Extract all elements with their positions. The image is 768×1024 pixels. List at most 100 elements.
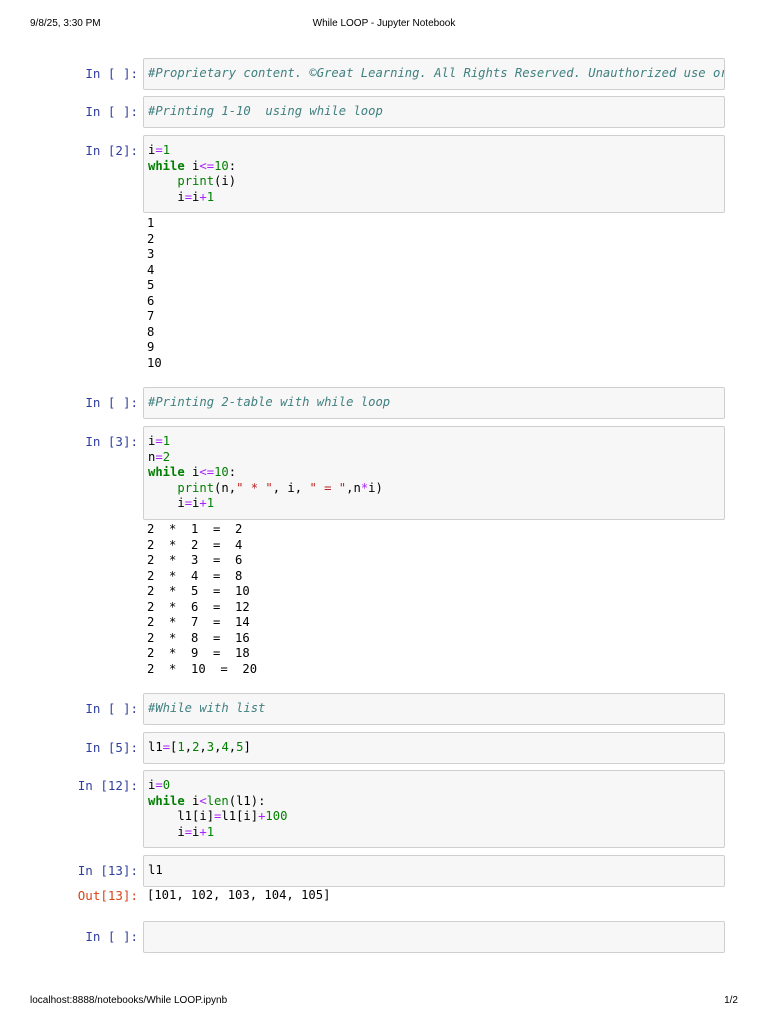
code-input-area[interactable]: #Printing 2-table with while loop (143, 387, 725, 419)
print-header: 9/8/25, 3:30 PM While LOOP - Jupyter Not… (0, 18, 768, 32)
code-token: < (199, 793, 207, 808)
code-token: (i) (214, 174, 237, 188)
code-token: i (148, 496, 185, 510)
input-prompt: In [ ]: (85, 701, 138, 716)
code-line: #While with list (148, 701, 720, 717)
code-token: ,n (346, 480, 361, 495)
code-token: <= (199, 158, 215, 173)
output-line: 1 (147, 216, 155, 230)
code-input-area[interactable]: i=1 while i<=10: print(i) i=i+1 (143, 135, 725, 213)
code-line: print(i) (148, 174, 720, 190)
code-token: 1 (177, 740, 185, 754)
code-token: = (184, 496, 193, 510)
code-line: i=i+1 (148, 190, 720, 206)
input-prompt: In [ ]: (85, 929, 138, 944)
code-token: i (184, 465, 200, 479)
code-token: while (148, 793, 185, 808)
code-line: l1=[1,2,3,4,5] (148, 740, 720, 756)
code-token: i) (368, 480, 383, 495)
code-token: while (148, 465, 185, 479)
code-input-area[interactable]: l1 (143, 855, 725, 887)
output-line: 5 (147, 278, 155, 292)
output-line: 2 * 7 = 14 (147, 615, 250, 629)
code-token: l1[i] (221, 809, 259, 823)
code-token: (l1): (228, 793, 266, 808)
code-line: while i<=10: (148, 465, 720, 481)
code-token: ] (243, 740, 251, 754)
output-line: 7 (147, 309, 155, 323)
input-prompt: In [ ]: (85, 66, 138, 81)
code-token: #Proprietary content. ©Great Learning. A… (148, 66, 724, 80)
code-token: l1[i] (148, 809, 215, 823)
code-input-area[interactable]: #Printing 1-10 using while loop (143, 96, 725, 128)
code-token: l1 (148, 740, 163, 754)
code-token: : (228, 158, 237, 173)
output-line: 8 (147, 324, 155, 339)
code-token: len (206, 793, 229, 808)
code-token: = (155, 449, 163, 464)
code-token: #Printing 1-10 using while loop (148, 104, 383, 118)
code-token: 1 (206, 189, 215, 204)
code-input-area[interactable]: #While with list (143, 693, 725, 725)
code-token: " = " (309, 480, 347, 495)
input-prompt: In [13]: (77, 863, 138, 878)
code-token: " * " (236, 480, 273, 495)
output-line: [101, 102, 103, 104, 105] (147, 888, 331, 902)
code-line: #Printing 1-10 using while loop (148, 104, 720, 120)
input-prompt: In [3]: (85, 434, 138, 449)
code-token: 100 (265, 809, 288, 823)
output-line: 2 * 4 = 8 (147, 568, 243, 583)
input-prompt: In [2]: (85, 143, 138, 158)
code-token: 10 (214, 465, 229, 479)
code-token: print (177, 480, 215, 495)
code-token: print (177, 174, 215, 188)
print-page-number: 1/2 (724, 995, 738, 1006)
code-token: = (184, 824, 193, 839)
output-line: 4 (147, 262, 155, 277)
output-line: 2 * 5 = 10 (147, 584, 250, 598)
code-line: while i<len(l1): (148, 794, 720, 810)
code-token: + (199, 496, 207, 510)
print-footer: localhost:8888/notebooks/While LOOP.ipyn… (0, 995, 768, 1009)
code-token: , i, (272, 480, 310, 495)
print-title: While LOOP - Jupyter Notebook (312, 18, 456, 29)
code-input-area[interactable]: #Proprietary content. ©Great Learning. A… (143, 58, 725, 90)
cell-output: [101, 102, 103, 104, 105] (147, 888, 330, 904)
output-line: 2 * 2 = 4 (147, 537, 243, 552)
code-token: = (162, 740, 171, 754)
code-line: i=i+1 (148, 496, 720, 512)
code-token: 10 (214, 158, 229, 173)
code-token: l1 (148, 863, 163, 877)
code-input-area[interactable] (143, 921, 725, 953)
code-token: 3 (206, 740, 215, 754)
code-token: i (184, 158, 200, 173)
code-line: #Printing 2-table with while loop (148, 395, 720, 411)
code-token: 2 (162, 449, 171, 464)
code-line: i=0 (148, 778, 720, 794)
print-url: localhost:8888/notebooks/While LOOP.ipyn… (30, 995, 228, 1006)
code-token: + (199, 189, 207, 204)
input-prompt: In [12]: (77, 778, 138, 793)
input-prompt: In [ ]: (85, 395, 138, 410)
code-input-area[interactable]: i=1 n=2 while i<=10: print(n," * ", i, " =… (143, 426, 725, 520)
code-token: #While with list (148, 701, 266, 715)
code-token: 1 (206, 824, 215, 839)
code-token: + (199, 824, 207, 839)
output-line: 2 * 9 = 18 (147, 646, 250, 660)
output-prompt: Out[13]: (77, 888, 138, 903)
code-token: = (184, 189, 193, 204)
output-line: 2 * 10 = 20 (147, 661, 258, 676)
code-token: = (155, 434, 163, 448)
input-prompt: In [5]: (85, 740, 138, 755)
output-line: 2 * 1 = 2 (147, 522, 243, 536)
code-token: 0 (162, 778, 171, 792)
code-input-area[interactable]: l1=[1,2,3,4,5] (143, 732, 725, 764)
code-line: l1 (148, 863, 720, 879)
code-token: , (184, 740, 193, 754)
code-token: 4 (221, 740, 229, 754)
code-input-area[interactable]: i=0 while i<len(l1): l1[i]=l1[i]+100 i=i+… (143, 770, 725, 848)
code-token: 1 (162, 143, 171, 157)
output-line: 10 (147, 355, 162, 370)
code-line: l1[i]=l1[i]+100 (148, 809, 720, 825)
